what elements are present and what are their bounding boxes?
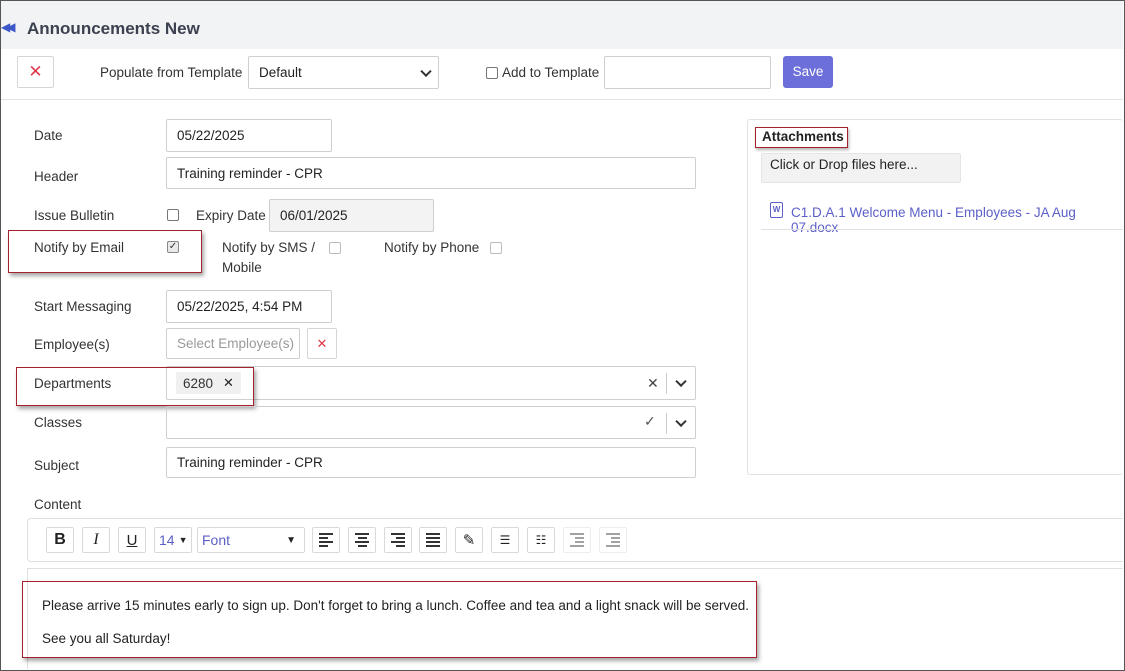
font-family-value: Font <box>202 532 231 548</box>
indent-button[interactable] <box>563 527 591 553</box>
save-button[interactable]: Save <box>783 56 833 88</box>
font-size-value: 14 <box>159 532 175 548</box>
justify-button[interactable] <box>419 527 447 553</box>
brush-icon: ✎ <box>462 532 476 549</box>
expiry-date-label: Expiry Date <box>196 208 266 223</box>
template-select[interactable]: Default <box>248 56 439 89</box>
align-left-icon <box>319 531 333 550</box>
check-icon: ✓ <box>644 413 656 429</box>
align-left-button[interactable] <box>312 527 340 553</box>
outdent-icon <box>606 531 620 550</box>
notify-sms-label: Notify by SMS / <box>222 240 316 255</box>
attachment-file-link[interactable]: C1.D.A.1 Welcome Menu - Employees - JA A… <box>791 205 1125 235</box>
start-messaging-input[interactable]: 05/22/2025, 4:54 PM <box>166 290 332 323</box>
underline-button[interactable]: U <box>118 527 146 553</box>
employees-label: Employee(s) <box>34 337 110 352</box>
add-to-template-label: Add to Template <box>502 65 600 80</box>
notify-sms-checkbox[interactable] <box>329 242 341 254</box>
select-divider <box>666 373 667 394</box>
indent-icon <box>570 531 584 550</box>
numbered-list-button[interactable]: ☷ <box>527 527 555 553</box>
template-select-value: Default <box>259 65 302 80</box>
subject-label: Subject <box>34 458 80 473</box>
notify-phone-label: Notify by Phone <box>384 240 480 255</box>
highlight-departments <box>16 367 254 406</box>
date-label: Date <box>34 128 63 143</box>
clear-employees-button[interactable]: ✕ <box>307 328 337 359</box>
header-input[interactable]: Training reminder - CPR <box>166 157 696 189</box>
classes-select[interactable]: ✓ <box>166 406 696 439</box>
content-label: Content <box>34 497 82 512</box>
notify-phone-checkbox[interactable] <box>490 242 502 254</box>
bold-button[interactable]: B <box>46 527 74 553</box>
chevron-down-icon <box>420 65 432 77</box>
caret-down-icon: ▼ <box>178 535 188 545</box>
date-input[interactable]: 05/22/2025 <box>166 119 332 152</box>
attachment-divider <box>761 229 1123 230</box>
text-color-button[interactable]: ✎ <box>455 527 483 553</box>
expiry-date-input[interactable]: 06/01/2025 <box>269 199 434 232</box>
file-drop-zone[interactable]: Click or Drop files here... <box>761 153 961 183</box>
template-name-input[interactable] <box>604 56 771 89</box>
italic-button[interactable]: I <box>82 527 110 553</box>
select-divider <box>666 413 667 434</box>
align-center-button[interactable] <box>348 527 376 553</box>
word-file-icon: W <box>770 202 783 218</box>
add-to-template-checkbox[interactable] <box>486 67 498 79</box>
caret-down-icon: ▼ <box>286 534 296 546</box>
font-family-select[interactable]: Font ▼ <box>197 527 305 553</box>
align-right-button[interactable] <box>384 527 412 553</box>
subject-input[interactable]: Training reminder - CPR <box>166 447 696 478</box>
highlight-attachments <box>755 127 848 148</box>
justify-icon <box>426 531 440 550</box>
page-title: Announcements New <box>27 19 200 38</box>
highlight-content <box>22 581 757 658</box>
font-size-select[interactable]: 14 ▼ <box>154 527 192 553</box>
clear-departments-icon[interactable]: ✕ <box>647 375 659 392</box>
collapse-sidebar-icon[interactable]: ◀◀ <box>1 20 16 34</box>
notify-sms-label-line2: Mobile <box>222 260 262 275</box>
chevron-down-icon[interactable] <box>675 375 687 388</box>
bullet-list-icon: ☰ <box>499 533 511 547</box>
highlight-notify-email <box>8 230 202 273</box>
outdent-button[interactable] <box>599 527 627 553</box>
chevron-down-icon[interactable] <box>675 415 687 427</box>
employees-select[interactable]: Select Employee(s) <box>166 328 300 359</box>
align-right-icon <box>391 531 405 550</box>
issue-bulletin-label: Issue Bulletin <box>34 208 115 223</box>
bullet-list-button[interactable]: ☰ <box>491 527 519 553</box>
close-button[interactable]: ✕ <box>17 56 54 88</box>
populate-from-template-label: Populate from Template <box>100 65 243 80</box>
numbered-list-icon: ☷ <box>535 533 547 547</box>
classes-label: Classes <box>34 415 83 430</box>
toolbar-divider <box>1 99 1123 100</box>
align-center-icon <box>355 531 369 550</box>
start-messaging-label: Start Messaging <box>34 299 132 314</box>
issue-bulletin-checkbox[interactable] <box>167 209 179 221</box>
header-label: Header <box>34 169 79 184</box>
